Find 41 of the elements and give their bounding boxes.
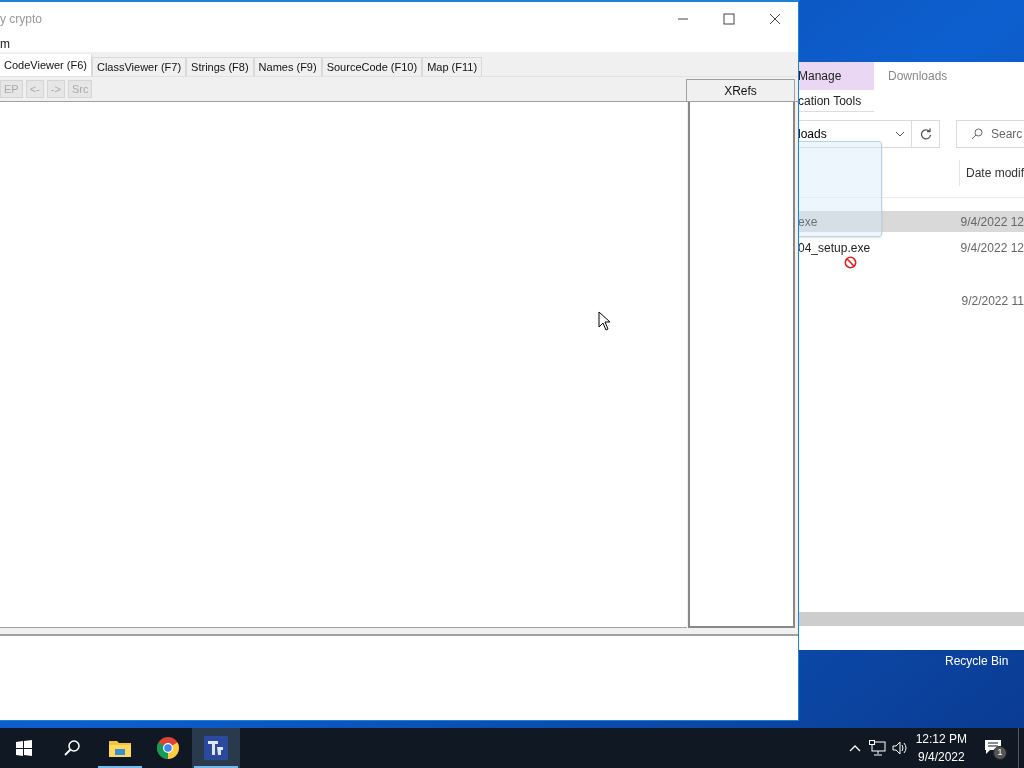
file-date: 9/2/2022 11	[961, 293, 1024, 310]
file-row[interactable]: 9/2/2022 11	[798, 288, 1024, 314]
chevron-down-icon[interactable]	[895, 131, 905, 137]
desktop-icon-label[interactable]: Recycle Bin	[945, 652, 1009, 670]
tab[interactable]: CodeViewer (F6)	[0, 54, 92, 76]
no-drop-icon	[844, 256, 857, 269]
refresh-icon	[919, 128, 932, 140]
file-date: 9/4/2022 12	[960, 239, 1024, 257]
tab[interactable]: SourceCode (F10)	[321, 57, 423, 76]
search-icon	[971, 128, 983, 140]
maximize-icon[interactable]	[723, 12, 735, 25]
scrollbar[interactable]	[798, 612, 1024, 626]
tab[interactable]: Names (F9)	[253, 57, 322, 76]
ribbon-tab[interactable]: Manage	[798, 62, 874, 90]
network-icon[interactable]	[868, 740, 886, 756]
search-field[interactable]: Searc	[956, 120, 1024, 148]
toolbar-button: ->	[46, 80, 65, 98]
chevron-up-icon[interactable]	[848, 744, 861, 752]
column-header[interactable]: Date modif	[959, 159, 1024, 186]
tab[interactable]: Map (F11)	[422, 57, 483, 76]
speaker-icon[interactable]	[891, 741, 908, 755]
toolbar-button: <-	[25, 80, 44, 98]
close-icon[interactable]	[769, 12, 781, 25]
tab[interactable]: Strings (F8)	[186, 57, 254, 76]
menu-item[interactable]: m	[0, 34, 10, 53]
toolbar-button: Src	[67, 80, 93, 98]
file-row[interactable]: exe 9/4/2022 12	[798, 211, 1024, 232]
tab[interactable]: ClassViewer (F7)	[91, 57, 187, 76]
clock-time[interactable]: 12:12 PM	[915, 730, 967, 748]
file-name: 04_setup.exe	[798, 239, 872, 257]
cursor-icon	[598, 311, 611, 331]
file-name: exe	[798, 213, 819, 231]
notification-badge: 1	[993, 746, 1007, 760]
file-row[interactable]: 04_setup.exe 9/4/2022 12	[798, 237, 1024, 258]
app-icon[interactable]	[192, 728, 240, 768]
refresh-button[interactable]	[912, 120, 940, 148]
clock-date[interactable]: 9/4/2022	[917, 748, 965, 766]
column-header: XRefs	[686, 79, 795, 102]
file-date: 9/4/2022 12	[960, 213, 1024, 231]
toolbar-button: EP	[0, 80, 23, 98]
window-title: y crypto	[0, 10, 43, 28]
